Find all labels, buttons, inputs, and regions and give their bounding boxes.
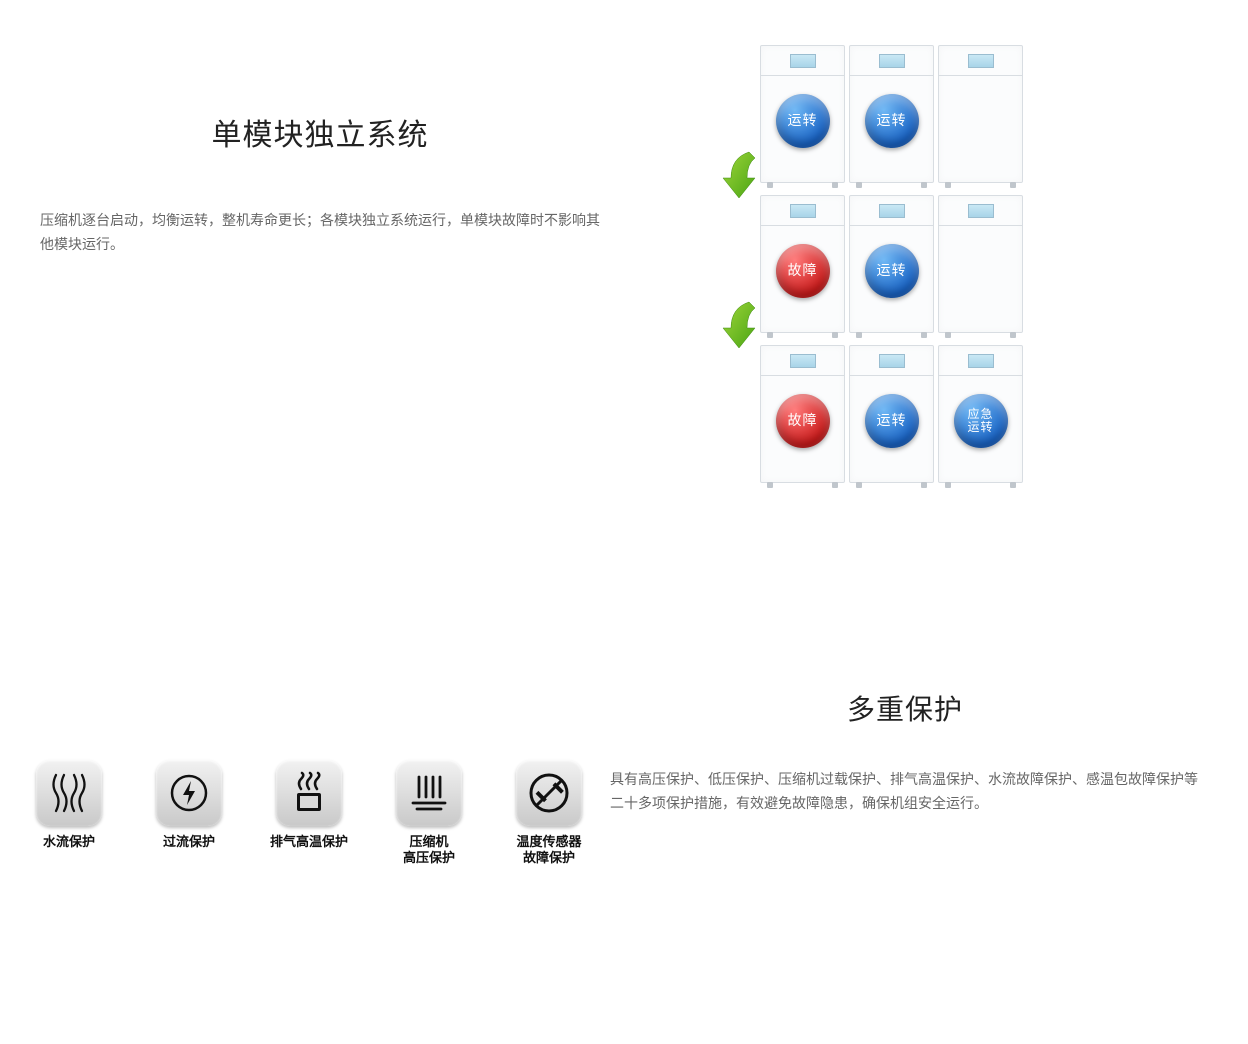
protection-item: 排气高温保护 [272,760,346,867]
status-badge: 运转 [865,94,919,148]
status-badge: 运转 [865,244,919,298]
module-row: 故障运转 [760,195,1025,333]
unit-panel [968,54,994,68]
down-arrow-icon [720,150,762,200]
unit [938,45,1023,183]
protection-item: 温度传感器故障保护 [512,760,586,867]
unit-panel [879,54,905,68]
protection-item: 水流保护 [32,760,106,867]
module-row: 运转运转 [760,45,1025,183]
section1-text: 单模块独立系统 压缩机逐台启动，均衡运转，整机寿命更长；各模块独立系统运行，单模… [40,110,600,257]
icon-label: 过流保护 [163,834,215,850]
unit-panel [790,204,816,218]
exhaust-icon [276,760,342,826]
unit: 故障 [760,195,845,333]
section2-text: 多重保护 具有高压保护、低压保护、压缩机过载保护、排气高温保护、水流故障保护、感… [610,688,1200,816]
protection-item: 过流保护 [152,760,226,867]
down-arrow-icon [720,300,762,350]
overcurrent-icon [156,760,222,826]
module-row: 故障运转应急运转 [760,345,1025,483]
flow-icon [36,760,102,826]
unit: 故障 [760,345,845,483]
section2-description: 具有高压保护、低压保护、压缩机过载保护、排气高温保护、水流故障保护、感温包故障保… [610,768,1200,816]
unit-panel [790,354,816,368]
unit: 运转 [849,345,934,483]
section1-title: 单模块独立系统 [40,110,600,154]
module-grid: 运转运转故障运转故障运转应急运转 [760,45,1025,495]
status-badge: 故障 [776,394,830,448]
unit-panel [879,204,905,218]
icon-label: 水流保护 [43,834,95,850]
sensor-icon [516,760,582,826]
icon-label: 温度传感器故障保护 [516,834,581,867]
unit: 运转 [849,195,934,333]
unit-panel [968,354,994,368]
unit [938,195,1023,333]
unit-panel [790,54,816,68]
unit: 运转 [760,45,845,183]
unit: 运转 [849,45,934,183]
unit: 应急运转 [938,345,1023,483]
protection-item: 压缩机高压保护 [392,760,466,867]
section2-title: 多重保护 [610,688,1200,728]
protection-icons: 水流保护 过流保护 排气高温保护 压缩机高压保护 温度传感器故障保护 [32,760,586,867]
icon-label: 压缩机高压保护 [403,834,455,867]
status-badge: 故障 [776,244,830,298]
status-badge: 运转 [776,94,830,148]
status-badge: 运转 [865,394,919,448]
compressor-icon [396,760,462,826]
unit-panel [968,204,994,218]
icon-label: 排气高温保护 [270,834,348,850]
status-badge: 应急运转 [954,394,1008,448]
unit-panel [879,354,905,368]
section1-description: 压缩机逐台启动，均衡运转，整机寿命更长；各模块独立系统运行，单模块故障时不影响其… [40,209,600,257]
